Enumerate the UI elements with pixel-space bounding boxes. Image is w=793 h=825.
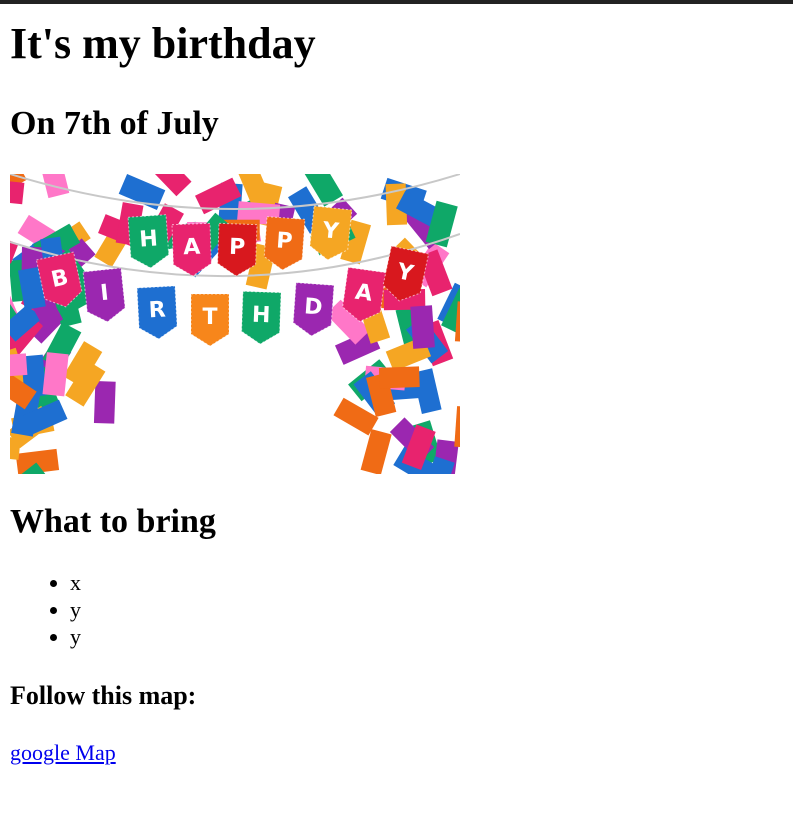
map-paragraph: google Map: [10, 739, 783, 767]
banner-flag-birthday: T: [190, 293, 230, 347]
top-border: [0, 0, 793, 4]
banner-letter: T: [202, 305, 217, 330]
confetti-piece: [93, 381, 116, 424]
confetti-piece: [378, 366, 420, 389]
confetti-piece: [42, 352, 69, 397]
what-to-bring-heading: What to bring: [10, 503, 216, 540]
confetti-piece: [360, 429, 392, 474]
happy-birthday-banner-image: HAPPY BIR T H DAY: [10, 174, 460, 474]
banner-letter: A: [354, 280, 374, 307]
event-date: On 7th of July: [10, 105, 219, 142]
page-content: It's my birthday On 7th of July HAPPY BI…: [0, 18, 793, 767]
banner-flag-birthday: D: [292, 282, 335, 337]
google-map-link[interactable]: google Map: [10, 740, 116, 765]
list-item: y: [70, 623, 783, 650]
confetti-piece: [410, 305, 435, 349]
list-item: x: [70, 569, 783, 596]
banner-letter: P: [229, 235, 246, 261]
page-title: It's my birthday: [10, 19, 316, 68]
confetti-piece: [10, 178, 25, 205]
confetti-decoration: [10, 174, 460, 474]
confetti-piece: [454, 406, 460, 449]
banner-flag-birthday: I: [82, 267, 126, 323]
banner-letter: H: [252, 303, 271, 329]
banner-letter: A: [183, 235, 201, 261]
confetti-piece: [10, 353, 28, 378]
list-item: y: [70, 596, 783, 623]
banner-flag-birthday: R: [136, 285, 178, 340]
banner-letter: P: [275, 228, 293, 254]
map-heading: Follow this map:: [10, 681, 197, 710]
banner-letter: R: [148, 298, 166, 324]
banner-letter: D: [303, 294, 323, 320]
banner-flag-birthday: H: [241, 290, 282, 345]
banner-flag-happy: H: [127, 214, 170, 269]
bring-list: x y y: [10, 569, 783, 650]
banner-flag-happy: A: [171, 222, 212, 277]
banner-letter: H: [139, 226, 159, 252]
